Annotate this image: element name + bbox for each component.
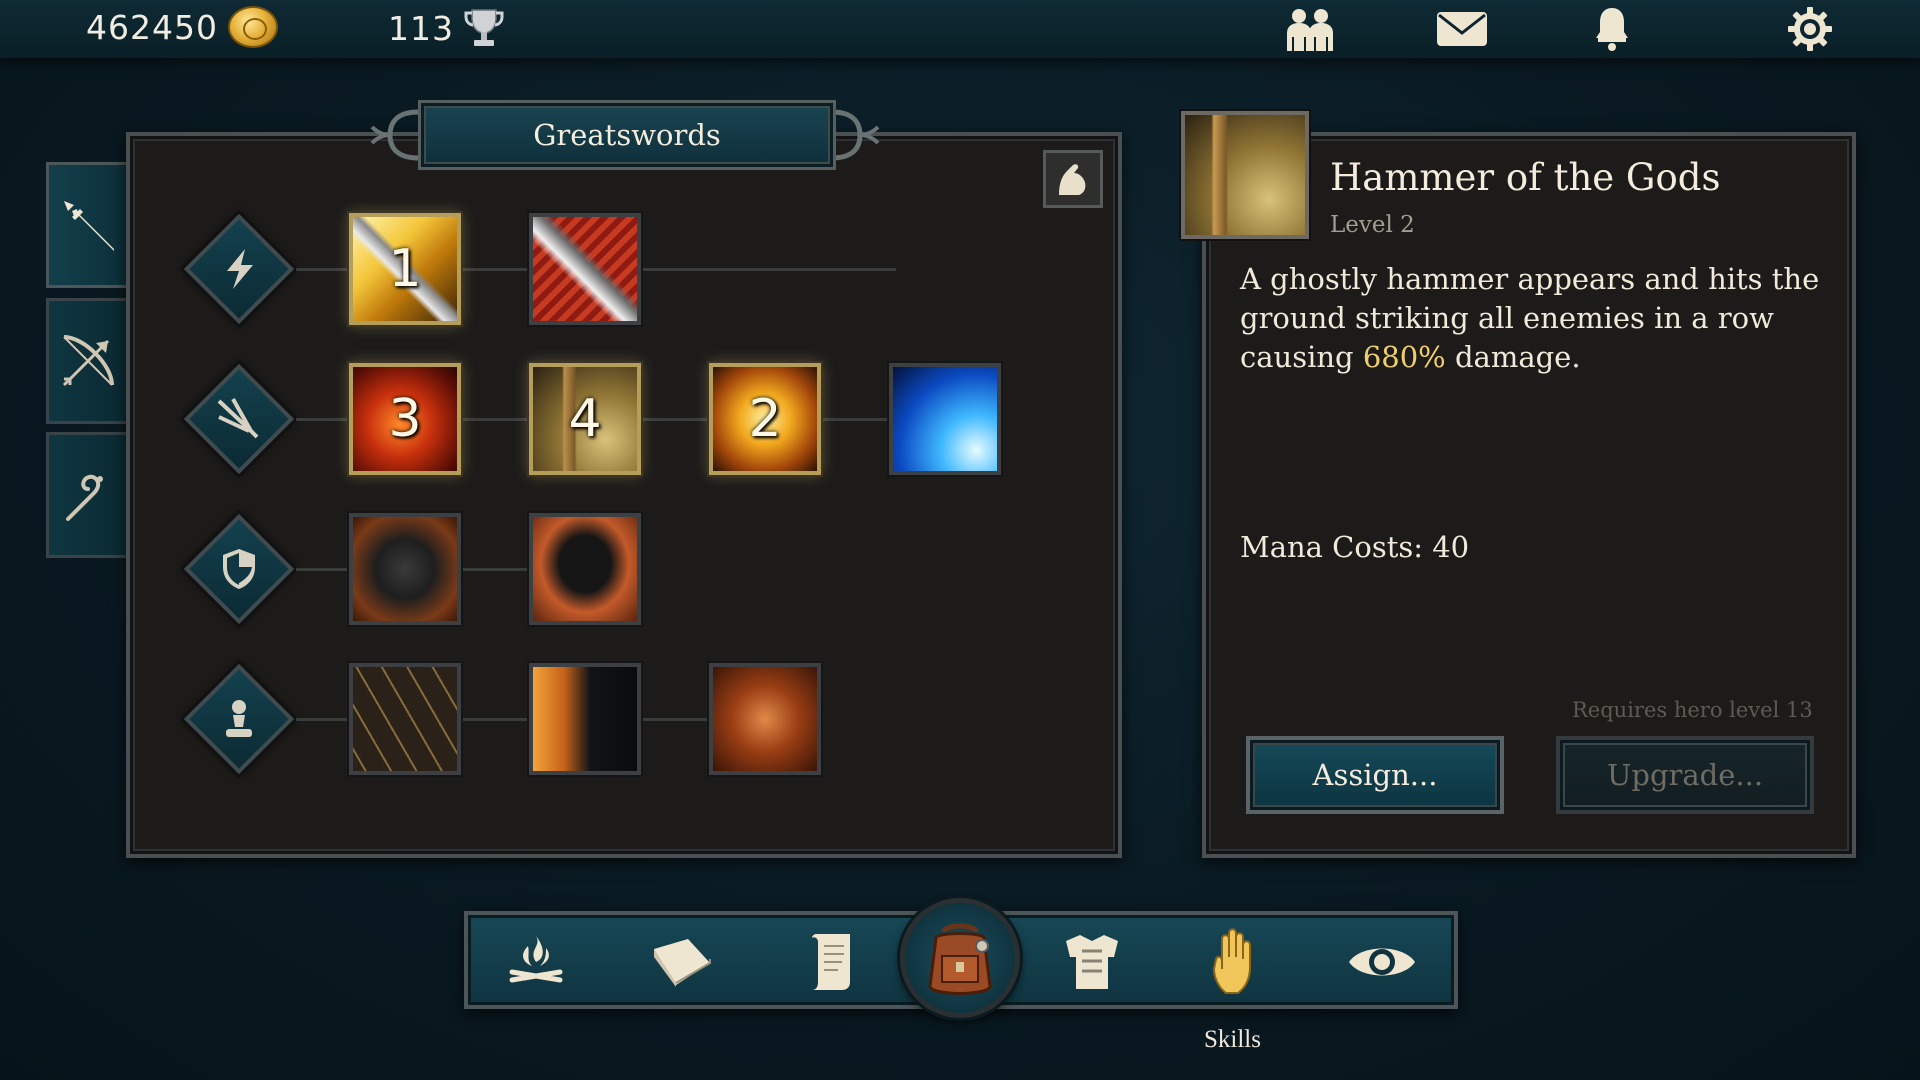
skill-slot[interactable] — [529, 513, 641, 625]
skill-slot[interactable]: 1 — [349, 213, 461, 325]
trophy-counter: 113 — [388, 6, 504, 50]
trophy-amount: 113 — [388, 8, 454, 48]
strength-toggle-button[interactable] — [1043, 150, 1103, 208]
nav-quests-button[interactable] — [788, 928, 872, 996]
top-bar: 462450 113 — [0, 0, 1920, 58]
level-requirement: Requires hero level 13 — [1572, 698, 1813, 722]
selected-skill-icon — [1181, 111, 1309, 239]
upgrade-button[interactable]: Upgrade... — [1556, 736, 1814, 814]
skill-slot[interactable]: 2 — [709, 363, 821, 475]
mana-cost: Mana Costs: 40 — [1240, 530, 1470, 564]
skill-slot[interactable]: 4 — [529, 363, 641, 475]
skill-level: Level 2 — [1330, 212, 1415, 238]
notifications-button[interactable] — [1582, 4, 1642, 54]
skill-name: Hammer of the Gods — [1330, 156, 1721, 199]
settings-button[interactable] — [1780, 4, 1840, 54]
arrow-burst-icon — [200, 380, 278, 458]
eye-icon — [1349, 948, 1415, 976]
category-tab-ranged[interactable] — [46, 298, 126, 424]
description-text-end: damage. — [1445, 340, 1581, 374]
staff-icon — [65, 474, 103, 521]
cracked-earth-art — [353, 667, 457, 771]
nav-skills-button[interactable] — [1196, 928, 1280, 996]
nav-inventory-button[interactable] — [900, 898, 1020, 1018]
bow-icon — [62, 335, 114, 387]
flaming-boot-art — [713, 667, 817, 771]
ice-burst-art — [893, 367, 997, 471]
skill-level-number: 2 — [748, 389, 782, 449]
campfire-icon — [509, 936, 563, 983]
shield-icon — [200, 530, 278, 608]
skill-slot[interactable] — [709, 663, 821, 775]
nav-view-button[interactable] — [1340, 928, 1424, 996]
mail-icon — [1437, 12, 1487, 46]
backpack-icon — [928, 923, 992, 995]
skill-slot[interactable] — [529, 663, 641, 775]
armor-icon — [1066, 935, 1118, 989]
assign-button[interactable]: Assign... — [1246, 736, 1504, 814]
tree-title: Greatswords — [533, 118, 721, 152]
category-tab-magic[interactable] — [46, 432, 126, 558]
skill-description: A ghostly hammer appears and hits the gr… — [1240, 260, 1820, 377]
iron-shield-art — [353, 517, 457, 621]
bell-icon — [1596, 8, 1628, 51]
skill-slot[interactable] — [349, 663, 461, 775]
nav-camp-button[interactable] — [494, 928, 578, 996]
skill-slot[interactable] — [889, 363, 1001, 475]
active-nav-label: Skills — [1204, 1026, 1261, 1053]
tree-title-banner: Greatswords — [418, 100, 836, 170]
hand-icon — [1212, 928, 1251, 994]
coin-icon — [227, 6, 278, 48]
mail-button[interactable] — [1432, 4, 1492, 54]
nav-equipment-button[interactable] — [1050, 928, 1134, 996]
damage-highlight: 680% — [1362, 340, 1446, 374]
skill-slot[interactable] — [349, 513, 461, 625]
friends-button[interactable] — [1280, 4, 1340, 54]
gold-amount: 462450 — [86, 7, 218, 47]
title-ornament-left — [370, 109, 419, 161]
gold-counter: 462450 — [86, 6, 278, 48]
title-ornament-right — [831, 109, 880, 161]
pawn-icon — [200, 680, 278, 758]
trophy-icon — [464, 9, 504, 46]
gear-icon — [1788, 7, 1832, 51]
skill-slot[interactable] — [529, 213, 641, 325]
skill-slot[interactable]: 3 — [349, 363, 461, 475]
lion-roar-art — [533, 667, 637, 771]
dark-shield-art — [533, 517, 637, 621]
category-tab-melee[interactable] — [46, 162, 126, 288]
skill-level-number: 4 — [568, 389, 602, 449]
skill-level-number: 1 — [388, 239, 422, 299]
book-icon — [654, 939, 711, 987]
nav-journal-button[interactable] — [640, 928, 724, 996]
scroll-icon — [812, 934, 850, 990]
lightning-icon — [200, 230, 278, 308]
sword-icon — [63, 201, 114, 251]
flexed-arm-icon — [1059, 164, 1086, 195]
friends-icon — [1287, 9, 1333, 51]
skill-level-number: 3 — [388, 389, 422, 449]
